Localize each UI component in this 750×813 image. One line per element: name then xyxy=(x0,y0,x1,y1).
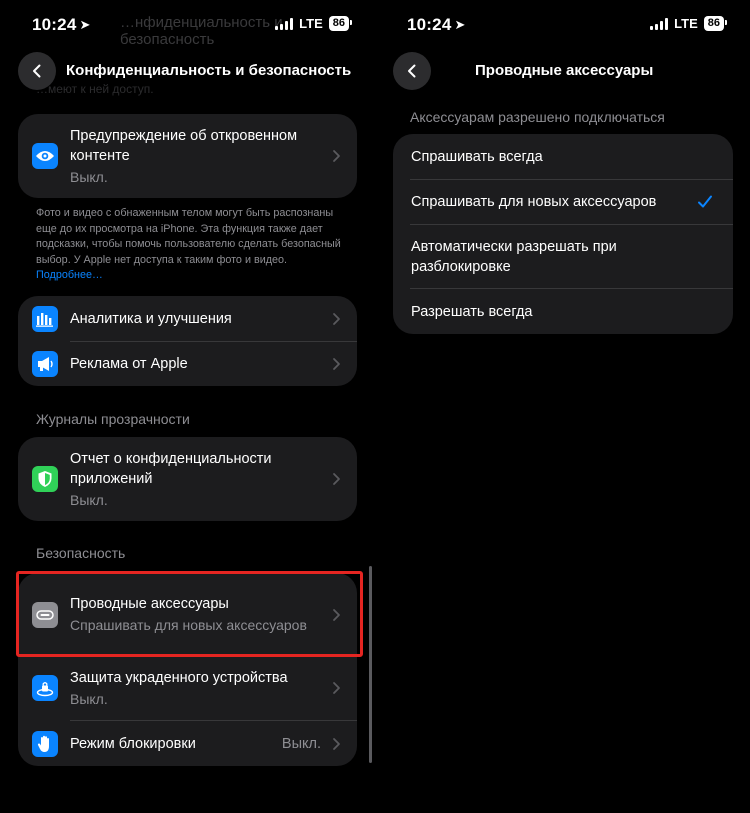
status-bar: 10:24 ➤ LTE 86 xyxy=(0,10,375,40)
back-button[interactable] xyxy=(393,52,431,90)
device-protection-icon xyxy=(32,675,58,701)
row-sensitive-text: Предупреждение об откровенном контенте В… xyxy=(70,126,339,187)
option-ask-new[interactable]: Спрашивать для новых аксессуаров xyxy=(393,180,733,224)
location-arrow-icon: ➤ xyxy=(79,17,91,32)
row-app-report-text: Отчет о конфиденциальности приложений Вы… xyxy=(70,449,339,510)
megaphone-icon xyxy=(32,351,58,377)
analytics-ads-group: Аналитика и улучшения Реклама от Apple xyxy=(18,296,357,386)
accessory-options-group: Спрашивать всегда Спрашивать для новых а… xyxy=(393,134,733,334)
chevron-right-icon xyxy=(333,312,340,325)
transparency-group: Отчет о конфиденциальности приложений Вы… xyxy=(18,437,357,521)
row-app-privacy-report[interactable]: Отчет о конфиденциальности приложений Вы… xyxy=(18,437,357,521)
chevron-right-icon xyxy=(333,358,340,370)
signal-icon xyxy=(275,17,294,30)
row-apple-ads[interactable]: Реклама от Apple xyxy=(18,342,357,386)
scroll-indicator[interactable] xyxy=(369,566,372,763)
status-right: LTE 86 xyxy=(275,16,353,31)
hand-icon xyxy=(32,730,58,757)
row-stolen-value: Выкл. xyxy=(70,690,108,707)
chevron-right-icon xyxy=(333,473,340,485)
section-header-transparency: Журналы прозрачности xyxy=(36,411,190,427)
row-stolen-text: Защита украденного устройства Выкл. xyxy=(70,668,339,709)
chevron-right-icon xyxy=(333,737,340,750)
chevron-left-icon xyxy=(33,64,41,78)
option-always-allow[interactable]: Разрешать всегда xyxy=(393,289,733,334)
status-time-text: 10:24 xyxy=(407,15,452,34)
back-button[interactable] xyxy=(18,52,56,90)
row-analytics-text: Аналитика и улучшения xyxy=(70,309,339,329)
row-app-report-title: Отчет о конфиденциальности приложений xyxy=(70,450,272,487)
bar-chart-icon xyxy=(32,305,58,332)
signal-icon xyxy=(650,17,669,30)
highlight-annotation xyxy=(16,571,363,657)
section-header-allowed: Аксессуарам разрешено подключаться xyxy=(410,109,665,125)
nav-bar: Проводные аксессуары xyxy=(375,52,750,90)
option-label: Автоматически разрешать при разблокировк… xyxy=(411,238,617,275)
nav-bar: Конфиденциальность и безопасность xyxy=(0,52,375,90)
row-lockdown-value: Выкл. xyxy=(281,735,321,752)
location-arrow-icon: ➤ xyxy=(454,17,466,32)
row-sensitive-content[interactable]: Предупреждение об откровенном контенте В… xyxy=(18,114,357,198)
row-apple-ads-text: Реклама от Apple xyxy=(70,354,339,374)
page-title: Конфиденциальность и безопасность xyxy=(66,62,352,79)
option-label: Спрашивать всегда xyxy=(411,148,543,165)
row-stolen-device-protection[interactable]: Защита украденного устройства Выкл. xyxy=(18,656,357,720)
chevron-left-icon xyxy=(408,64,416,78)
shield-icon xyxy=(32,466,58,492)
row-app-report-value: Выкл. xyxy=(70,491,108,508)
row-sensitive-value: Выкл. xyxy=(70,168,108,185)
checkmark-icon xyxy=(698,195,712,208)
sensitive-content-footnote: Фото и видео с обнаженным телом могут бы… xyxy=(36,206,341,284)
eye-icon xyxy=(32,143,58,169)
battery-icon: 86 xyxy=(703,16,728,31)
option-label: Спрашивать для новых аксессуаров xyxy=(411,194,657,210)
chevron-right-icon xyxy=(333,150,340,162)
section-header-security: Безопасность xyxy=(36,545,126,561)
option-ask-always[interactable]: Спрашивать всегда xyxy=(393,134,733,179)
row-lockdown-mode[interactable]: Режим блокировки Выкл. xyxy=(18,721,357,766)
row-analytics-title: Аналитика и улучшения xyxy=(70,310,232,327)
network-type: LTE xyxy=(299,16,323,31)
status-time: 10:24 ➤ xyxy=(407,15,466,35)
footnote-text: Фото и видео с обнаженным телом могут бы… xyxy=(36,207,341,266)
status-right: LTE 86 xyxy=(650,16,728,31)
chevron-right-icon xyxy=(333,682,340,694)
privacy-security-screen: …нфиденциальность и безопасность …меют к… xyxy=(0,0,375,813)
status-time: 10:24 ➤ xyxy=(32,15,91,35)
row-stolen-title: Защита украденного устройства xyxy=(70,669,288,686)
battery-icon: 86 xyxy=(328,16,353,31)
network-type: LTE xyxy=(674,16,698,31)
status-time-text: 10:24 xyxy=(32,15,77,34)
learn-more-link[interactable]: Подробнее… xyxy=(36,269,103,281)
row-analytics[interactable]: Аналитика и улучшения xyxy=(18,296,357,341)
row-sensitive-title: Предупреждение об откровенном контенте xyxy=(70,127,298,164)
sensitive-content-group: Предупреждение об откровенном контенте В… xyxy=(18,114,357,198)
page-title: Проводные аксессуары xyxy=(475,62,654,79)
option-label: Разрешать всегда xyxy=(411,303,533,320)
option-auto-allow-unlocked[interactable]: Автоматически разрешать при разблокировк… xyxy=(393,225,733,288)
status-bar: 10:24 ➤ LTE 86 xyxy=(375,10,750,40)
row-apple-ads-title: Реклама от Apple xyxy=(70,356,188,372)
